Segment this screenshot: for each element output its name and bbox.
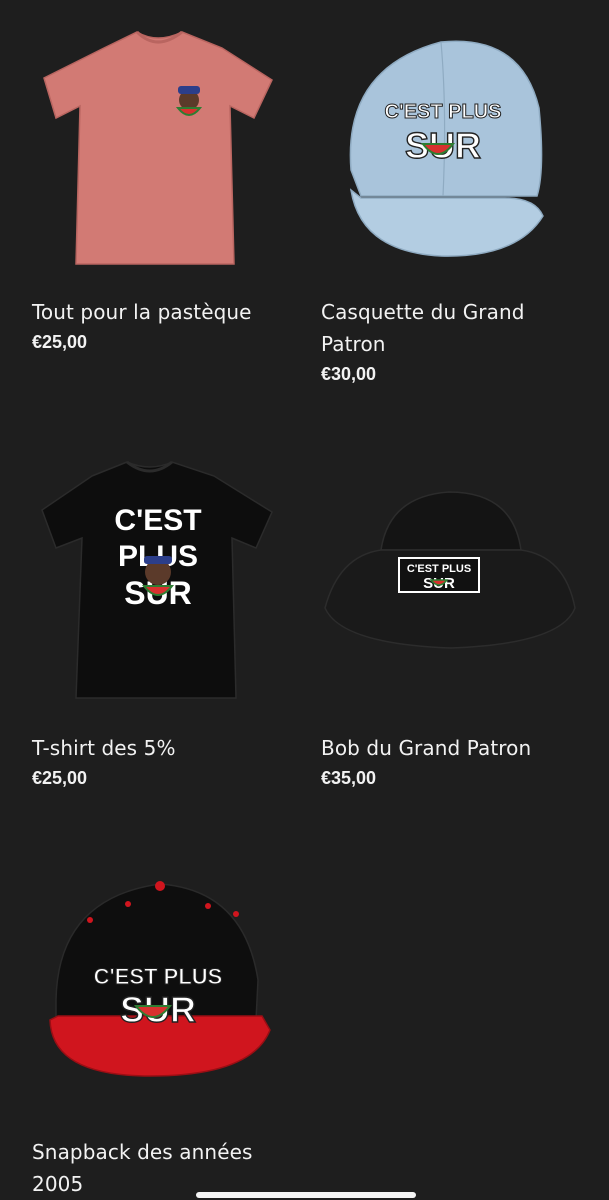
- black-red-snapback-image[interactable]: C'EST PLUS SUR: [32, 870, 292, 1110]
- home-indicator[interactable]: [196, 1192, 416, 1198]
- product-price: €30,00: [321, 364, 377, 384]
- product-name[interactable]: Casquette du Grand Patron: [321, 296, 581, 360]
- black-tshirt-image[interactable]: C'EST PLUS SUR: [32, 458, 292, 699]
- product-price: €35,00: [321, 768, 377, 788]
- tshirt-logo-line1: C'EST: [114, 504, 201, 537]
- pink-tshirt-image[interactable]: [32, 20, 292, 265]
- product-name[interactable]: Snapback des années 2005: [32, 1136, 292, 1200]
- hat-logo-line1: C'EST PLUS: [407, 563, 471, 575]
- product-name[interactable]: Tout pour la pastèque: [32, 296, 292, 328]
- snapback-logo-line1: C'EST PLUS: [94, 964, 223, 989]
- product-price: €25,00: [32, 332, 88, 352]
- light-blue-cap-image[interactable]: C'EST PLUS SUR: [321, 20, 581, 260]
- cap-logo-line1: C'EST PLUS: [385, 101, 502, 123]
- black-bucket-hat-image[interactable]: C'EST PLUS SUR: [321, 458, 581, 698]
- product-name[interactable]: Bob du Grand Patron: [321, 732, 581, 764]
- product-name[interactable]: T-shirt des 5%: [32, 732, 292, 764]
- product-price: €25,00: [32, 768, 88, 788]
